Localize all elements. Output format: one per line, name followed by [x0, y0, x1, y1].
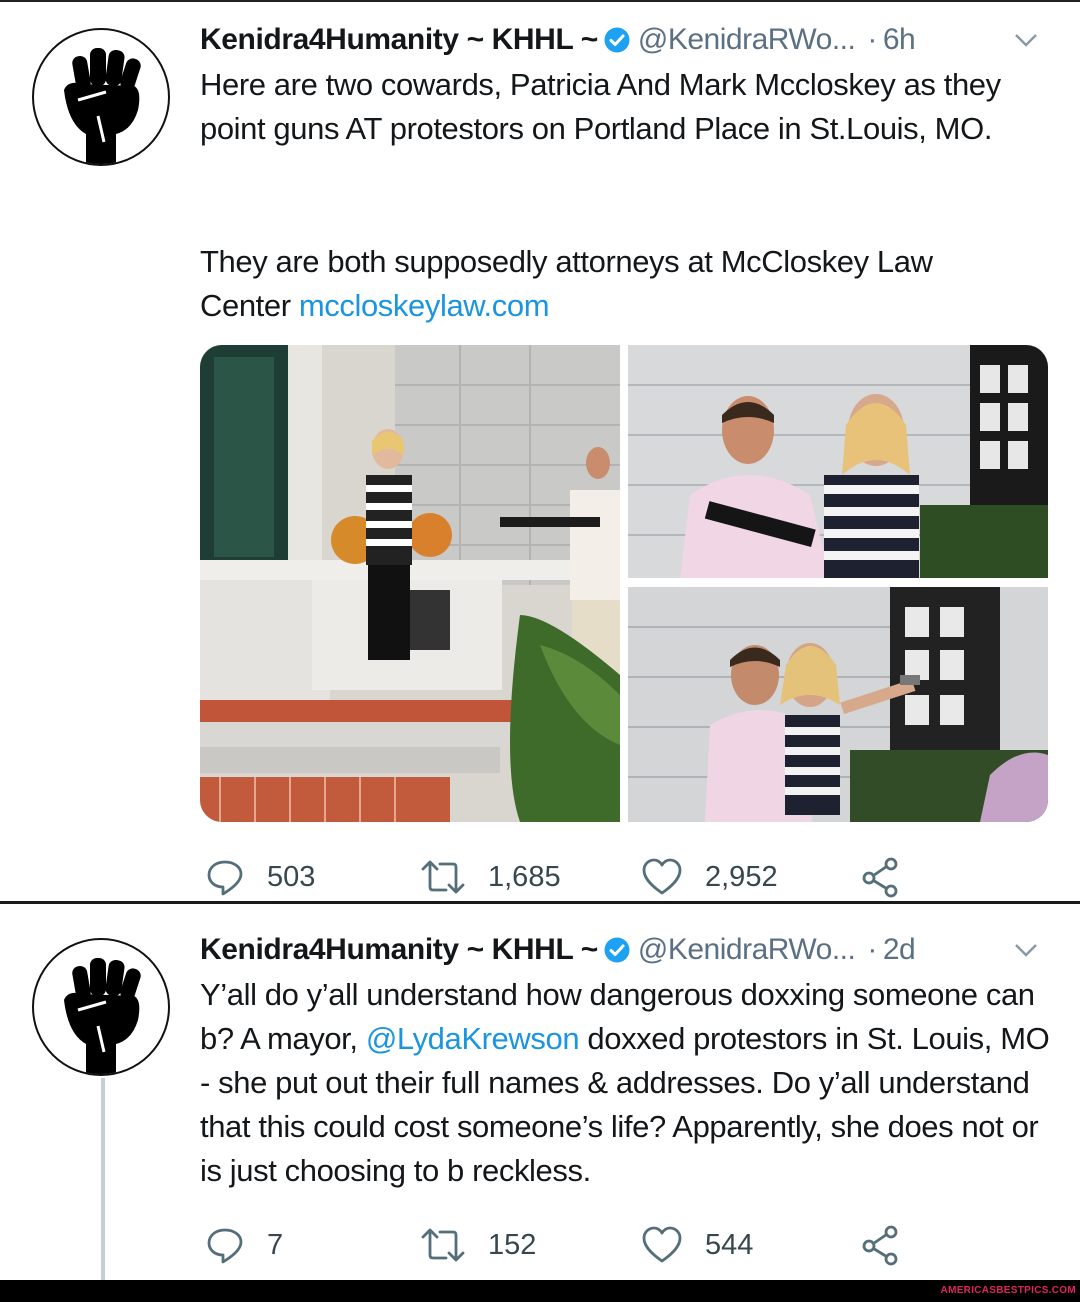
like-button[interactable]: 544: [641, 1220, 753, 1270]
share-button[interactable]: [860, 1220, 924, 1270]
reply-count: 503: [267, 860, 316, 893]
photo-right-top[interactable]: [628, 345, 1048, 578]
reply-count: 7: [267, 1228, 284, 1261]
thread-line: [101, 1078, 105, 1280]
tweet-actions: 503 1,685 2,952: [200, 852, 920, 902]
tweet-text-2: They are both supposedly attorneys at Mc…: [200, 240, 1020, 328]
retweet-count: 1,685: [488, 860, 561, 893]
raised-fist-icon: [64, 958, 141, 1074]
retweet-button[interactable]: 1,685: [420, 852, 561, 902]
share-icon: [862, 857, 898, 898]
share-button[interactable]: [860, 852, 924, 902]
tweet-text: Here are two cowards, Patricia And Mark …: [200, 67, 1001, 146]
raised-fist-icon: [64, 48, 141, 164]
display-name[interactable]: Kenidra4Humanity ~ KHHL ~: [200, 933, 598, 967]
tweet-header-2: Kenidra4Humanity ~ KHHL ~ @KenidraRWo...…: [200, 930, 916, 970]
like-icon: [642, 858, 682, 895]
retweet-icon: [421, 860, 465, 894]
tweet-actions-2: 7 152 544: [200, 1220, 920, 1270]
handle[interactable]: @KenidraRWo...: [638, 23, 856, 57]
footer-bar: [0, 1280, 1080, 1302]
website-link[interactable]: mccloskeylaw.com: [299, 288, 550, 323]
display-name[interactable]: Kenidra4Humanity ~ KHHL ~: [200, 23, 598, 57]
mention-link[interactable]: @LydaKrewson: [366, 1021, 580, 1056]
reply-button[interactable]: 7: [205, 1220, 283, 1270]
watermark: AMERICASBESTPICS.COM: [940, 1285, 1076, 1296]
photo-left[interactable]: [200, 345, 620, 822]
verified-badge-icon: [604, 27, 630, 53]
timestamp[interactable]: 6h: [883, 23, 916, 57]
retweet-count: 152: [488, 1228, 537, 1261]
tweet-divider: [0, 901, 1080, 904]
reply-button[interactable]: 503: [205, 852, 315, 902]
tweet-header: Kenidra4Humanity ~ KHHL ~ @KenidraRWo...…: [200, 20, 916, 60]
tweet-text-2: Y’all do y’all understand how dangerous …: [200, 973, 1060, 1193]
chevron-down-icon[interactable]: [1012, 936, 1040, 964]
reply-icon: [207, 1228, 243, 1264]
avatar-2[interactable]: [32, 938, 170, 1076]
retweet-icon: [421, 1228, 465, 1262]
like-icon: [642, 1226, 682, 1263]
like-button[interactable]: 2,952: [641, 852, 778, 902]
handle[interactable]: @KenidraRWo...: [638, 933, 856, 967]
reply-icon: [207, 860, 243, 896]
chevron-down-icon[interactable]: [1012, 26, 1040, 54]
avatar[interactable]: [32, 28, 170, 166]
photo-right-bottom[interactable]: [628, 587, 1048, 822]
like-count: 2,952: [705, 860, 778, 893]
share-icon: [862, 1225, 898, 1266]
retweet-button[interactable]: 152: [420, 1220, 536, 1270]
verified-badge-icon: [604, 937, 630, 963]
media-grid[interactable]: [200, 345, 1048, 822]
separator-dot: ·: [867, 23, 877, 56]
like-count: 544: [705, 1228, 754, 1261]
separator-dot: ·: [867, 933, 877, 966]
tweet-1[interactable]: Kenidra4Humanity ~ KHHL ~ @KenidraRWo...…: [0, 0, 1080, 903]
timestamp[interactable]: 2d: [883, 933, 916, 967]
